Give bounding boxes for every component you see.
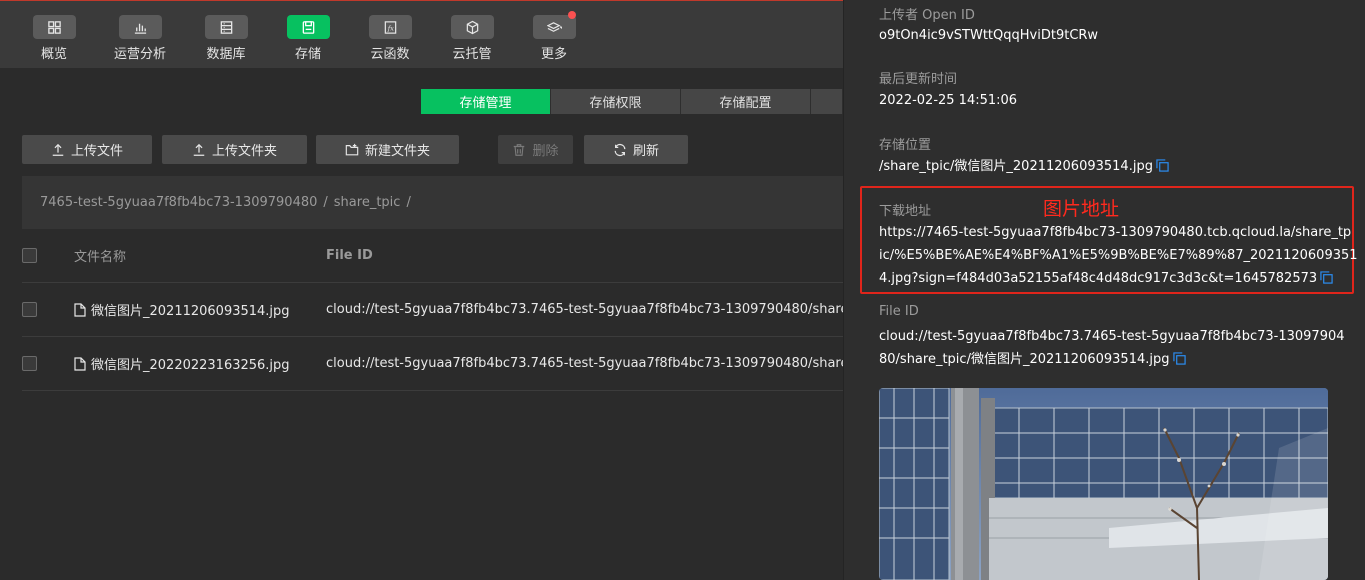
- tab-storage-permissions[interactable]: 存储权限: [551, 89, 681, 114]
- storage-icon: [286, 15, 330, 39]
- svg-text:fx: fx: [386, 24, 393, 32]
- file-detail-panel: 上传者 Open ID o9tOn4ic9vSTWttQqqHviDt9tCRw…: [843, 0, 1365, 580]
- breadcrumb: 7465-test-5gyuaa7f8fb4bc73-1309790480 / …: [22, 176, 843, 229]
- upload-file-label: 上传文件: [70, 144, 123, 159]
- file-table: 文件名称 File ID 微信图片_20211206093514.jpg clo…: [22, 229, 843, 391]
- file-name[interactable]: 微信图片_20211206093514.jpg: [91, 300, 290, 319]
- nav-label: 运营分析: [113, 47, 166, 62]
- file-id-cell: cloud://test-5gyuaa7f8fb4bc73.7465-test-…: [326, 356, 843, 371]
- refresh-icon: [614, 143, 626, 156]
- fileid-line: 80/share_tpic/微信图片_20211206093514.jpg: [879, 352, 1170, 367]
- building-photo: [879, 388, 1328, 580]
- delete-button[interactable]: 删除: [498, 135, 573, 164]
- nav-item-more[interactable]: 更多: [522, 11, 586, 62]
- table-row[interactable]: 微信图片_20211206093514.jpg cloud://test-5gy…: [22, 283, 843, 337]
- breadcrumb-folder[interactable]: share_tpic: [334, 195, 401, 210]
- download-url-line-last: 4.jpg?sign=f484d03a52155af48c4d48dc917c3…: [879, 267, 1358, 290]
- column-header-name[interactable]: 文件名称: [74, 246, 126, 265]
- tab-storage-management[interactable]: 存储管理: [421, 89, 551, 114]
- image-preview: [879, 388, 1328, 580]
- fileid-value: cloud://test-5gyuaa7f8fb4bc73.7465-test-…: [879, 325, 1345, 371]
- select-all-checkbox[interactable]: [22, 248, 37, 263]
- table-row[interactable]: 微信图片_20220223163256.jpg cloud://test-5gy…: [22, 337, 843, 391]
- copy-icon[interactable]: [1320, 271, 1333, 284]
- tab-storage-config[interactable]: 存储配置: [681, 89, 811, 114]
- location-row: /share_tpic/微信图片_20211206093514.jpg: [879, 155, 1169, 178]
- new-folder-button[interactable]: 新建文件夹: [316, 135, 459, 164]
- file-icon: [74, 356, 86, 371]
- uploader-label: 上传者 Open ID: [879, 8, 975, 23]
- annotation-label: 图片地址: [1043, 198, 1120, 220]
- upload-icon: [193, 143, 205, 156]
- breadcrumb-root[interactable]: 7465-test-5gyuaa7f8fb4bc73-1309790480: [40, 195, 317, 210]
- download-url[interactable]: https://7465-test-5gyuaa7f8fb4bc73-13097…: [879, 221, 1358, 290]
- row-checkbox[interactable]: [22, 356, 37, 371]
- nav-label: 数据库: [206, 47, 246, 62]
- nav-label: 更多: [540, 47, 567, 62]
- cube-icon: [450, 15, 494, 39]
- updated-value: 2022-02-25 14:51:06: [879, 93, 1018, 108]
- file-id-cell: cloud://test-5gyuaa7f8fb4bc73.7465-test-…: [326, 302, 843, 317]
- refresh-button[interactable]: 刷新: [584, 135, 688, 164]
- storage-tabs: 存储管理 存储权限 存储配置: [421, 89, 843, 114]
- nav-item-storage[interactable]: 存储: [276, 15, 340, 62]
- file-icon: [74, 302, 86, 317]
- row-checkbox[interactable]: [22, 302, 37, 317]
- new-folder-label: 新建文件夹: [364, 144, 430, 159]
- nav-label: 概览: [40, 47, 67, 62]
- nav-item-cloud-function[interactable]: fx 云函数: [358, 15, 422, 62]
- trash-icon: [514, 143, 525, 156]
- file-name[interactable]: 微信图片_20220223163256.jpg: [91, 354, 290, 373]
- download-url-line: 4.jpg?sign=f484d03a52155af48c4d48dc917c3…: [879, 271, 1318, 286]
- overview-icon: [32, 15, 76, 39]
- delete-label: 删除: [532, 144, 559, 159]
- nav-item-overview[interactable]: 概览: [22, 15, 86, 62]
- nav-label: 云托管: [452, 47, 492, 62]
- copy-icon[interactable]: [1156, 159, 1169, 172]
- notification-dot: [568, 11, 576, 19]
- fileid-line: cloud://test-5gyuaa7f8fb4bc73.7465-test-…: [879, 329, 1345, 344]
- tab-overflow[interactable]: [811, 89, 843, 114]
- uploader-value: o9tOn4ic9vSTWttQqqHviDt9tCRw: [879, 28, 1099, 43]
- new-folder-icon: [345, 143, 359, 155]
- location-label: 存储位置: [879, 138, 932, 153]
- fileid-label: File ID: [879, 304, 919, 319]
- nav-item-database[interactable]: 数据库: [194, 15, 258, 62]
- location-value: /share_tpic/微信图片_20211206093514.jpg: [879, 159, 1153, 174]
- fileid-line-last: 80/share_tpic/微信图片_20211206093514.jpg: [879, 348, 1345, 371]
- upload-icon: [52, 143, 64, 156]
- upload-folder-button[interactable]: 上传文件夹: [162, 135, 307, 164]
- layers-icon: [532, 15, 576, 39]
- download-url-line: https://7465-test-5gyuaa7f8fb4bc73-13097…: [879, 225, 1352, 240]
- nav-label: 云函数: [370, 47, 410, 62]
- column-header-file-id[interactable]: File ID: [326, 248, 843, 263]
- download-label: 下载地址: [879, 204, 932, 219]
- copy-icon[interactable]: [1172, 352, 1186, 365]
- download-url-line: ic/%E5%BE%AE%E4%BF%A1%E5%9B%BE%E7%89%87_…: [879, 248, 1358, 263]
- table-header: 文件名称 File ID: [22, 229, 843, 283]
- upload-folder-label: 上传文件夹: [211, 144, 277, 159]
- top-navigation-bar: 概览 运营分析 数据库 存储 fx 云函数 云托管 更多: [0, 0, 843, 68]
- nav-item-analytics[interactable]: 运营分析: [108, 15, 172, 62]
- function-icon: fx: [368, 15, 412, 39]
- database-icon: [204, 15, 248, 39]
- breadcrumb-separator: /: [323, 195, 328, 210]
- nav-item-cloud-hosting[interactable]: 云托管: [440, 15, 504, 62]
- breadcrumb-separator: /: [406, 195, 411, 210]
- updated-label: 最后更新时间: [879, 72, 958, 87]
- nav-label: 存储: [294, 47, 321, 62]
- chart-icon: [118, 15, 162, 39]
- upload-file-button[interactable]: 上传文件: [22, 135, 152, 164]
- refresh-label: 刷新: [632, 144, 659, 159]
